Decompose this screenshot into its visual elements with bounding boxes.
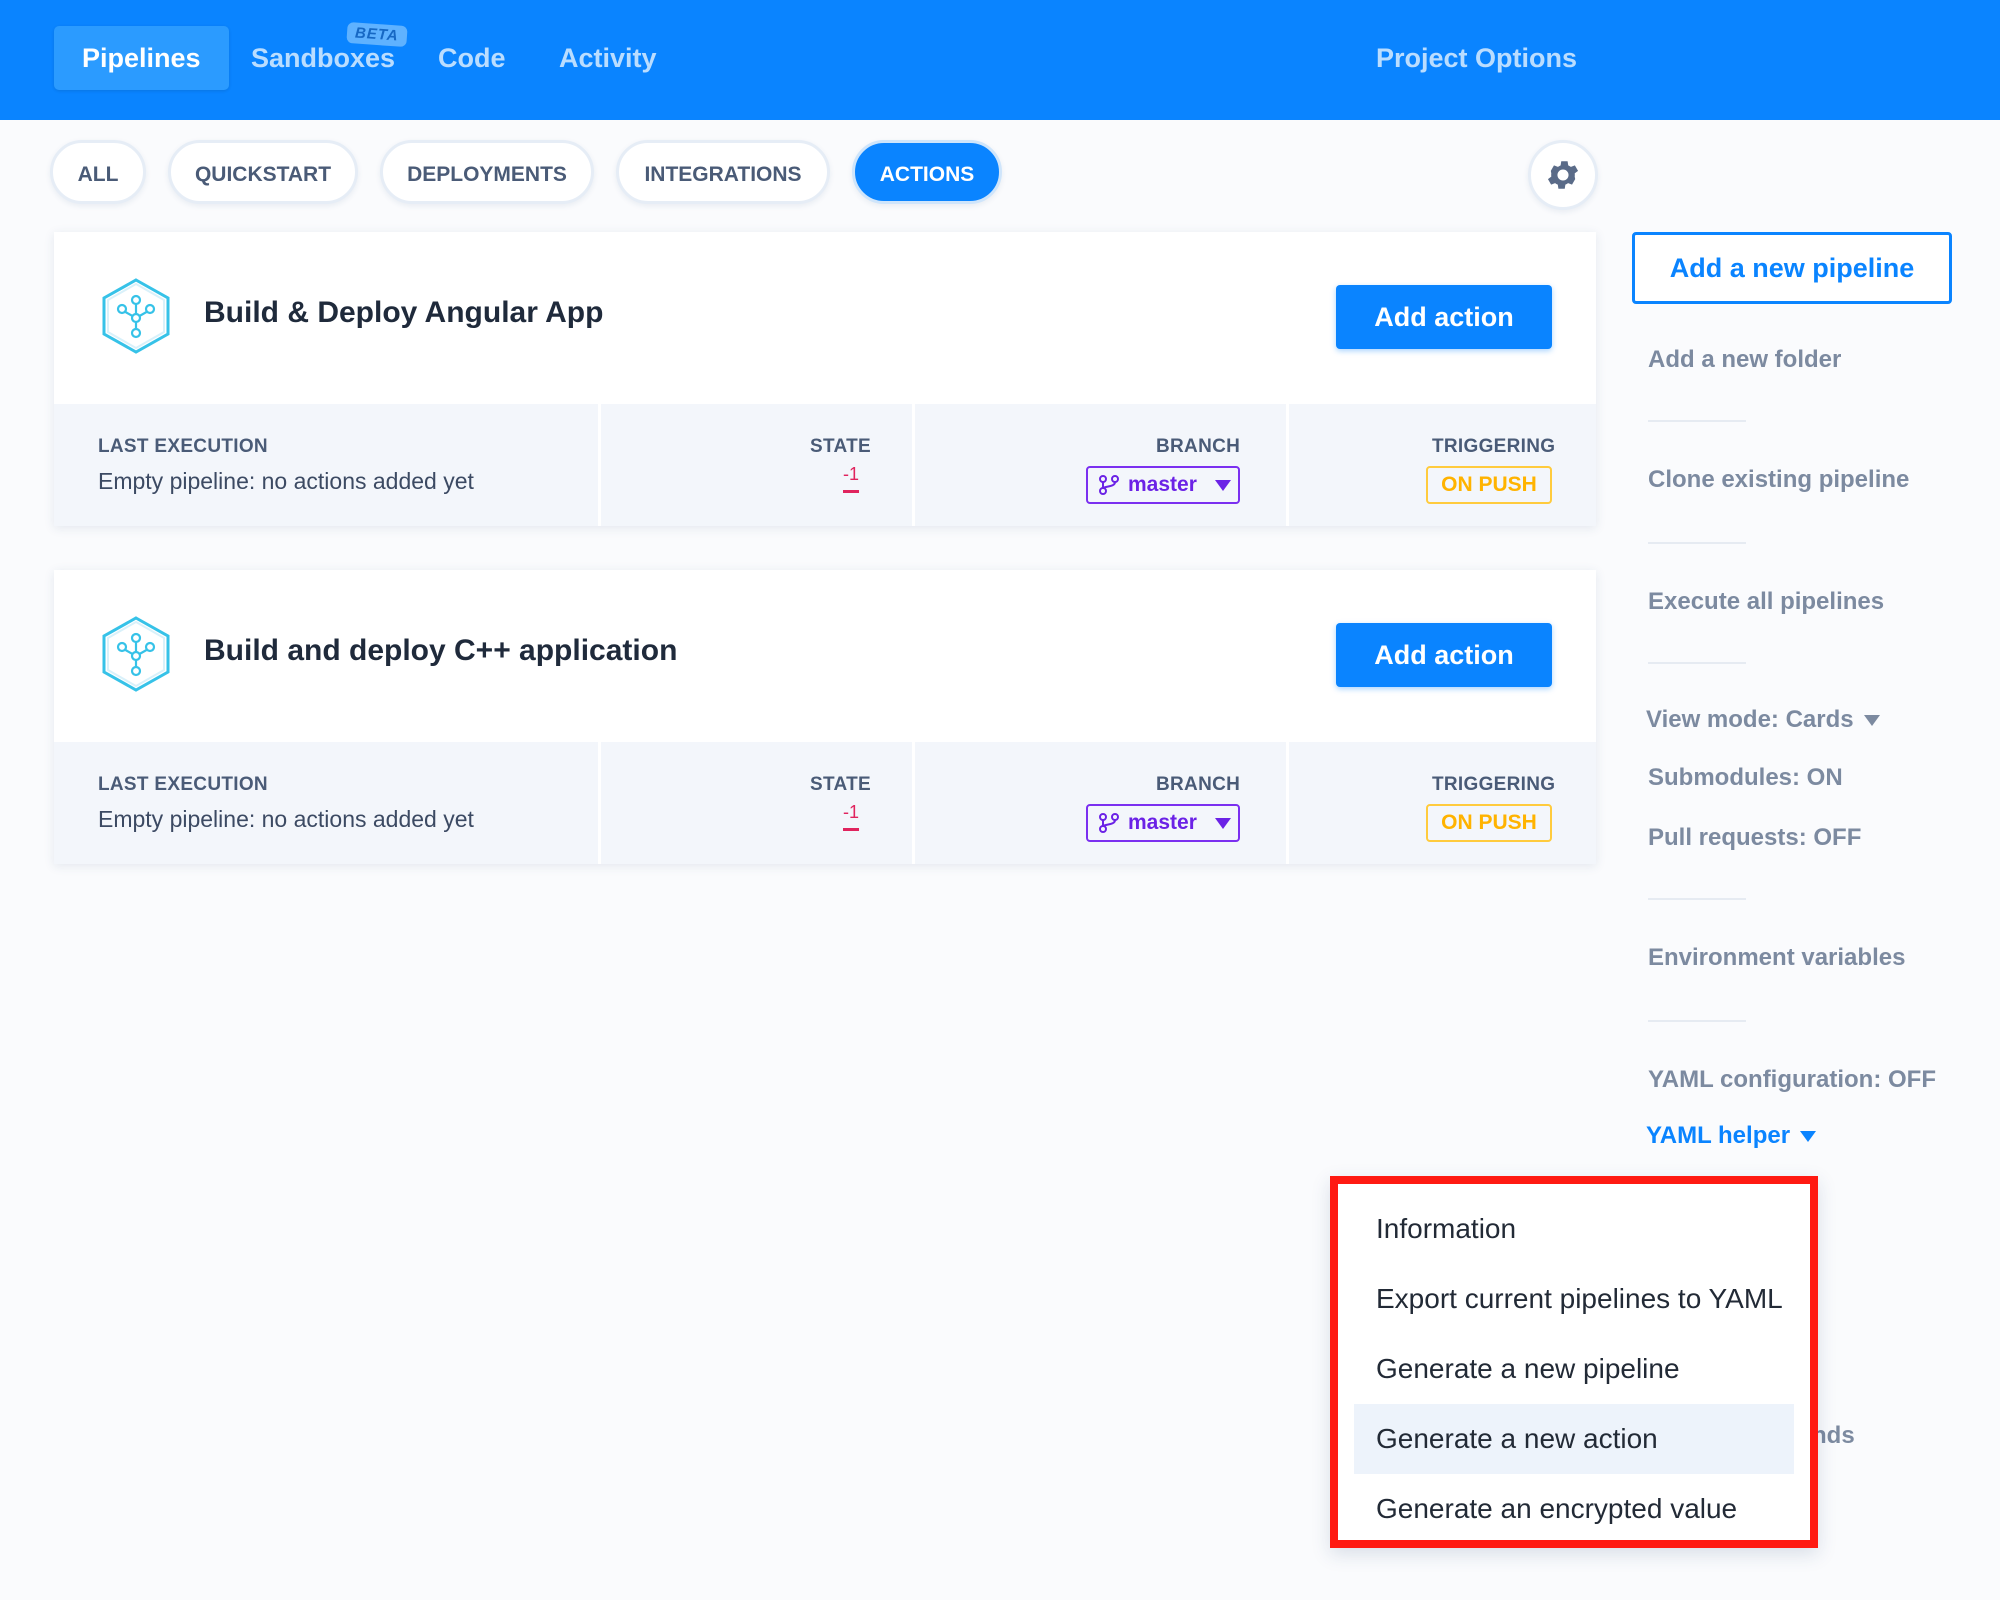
filter-actions[interactable]: ACTIONS	[852, 140, 1002, 204]
yaml-helper-menu: Information Export current pipelines to …	[1330, 1176, 1818, 1548]
pipeline-card: Build and deploy C++ application Add act…	[54, 570, 1596, 864]
branch-name: master	[1128, 811, 1197, 834]
pipeline-details-row: LAST EXECUTION Empty pipeline: no action…	[54, 742, 1596, 864]
chevron-down-icon	[1863, 715, 1880, 727]
yaml-helper-label: YAML helper	[1646, 1122, 1791, 1149]
branch-icon	[1099, 475, 1119, 495]
branch-name: master	[1128, 473, 1197, 496]
menu-item-generate-pipeline[interactable]: Generate a new pipeline	[1354, 1334, 1794, 1404]
branch-icon	[1099, 813, 1119, 833]
yaml-configuration-toggle[interactable]: YAML configuration: OFF	[1648, 1066, 1936, 1094]
obscured-sidebar-link[interactable]: nds	[1812, 1422, 1855, 1450]
sidebar-divider	[1648, 662, 1746, 664]
sidebar-divider	[1648, 1020, 1746, 1022]
chevron-down-icon	[1214, 817, 1231, 829]
column-divider	[598, 742, 601, 864]
nav-tab-activity[interactable]: Activity	[559, 26, 657, 90]
triggering-header: TRIGGERING	[1432, 436, 1556, 457]
branch-selector[interactable]: master	[1086, 804, 1240, 842]
pipeline-title[interactable]: Build and deploy C++ application	[204, 634, 677, 668]
menu-item-generate-encrypted-value[interactable]: Generate an encrypted value	[1354, 1474, 1794, 1544]
pipeline-details-row: LAST EXECUTION Empty pipeline: no action…	[54, 404, 1596, 526]
menu-item-generate-action[interactable]: Generate a new action	[1354, 1404, 1794, 1474]
add-new-pipeline-button[interactable]: Add a new pipeline	[1632, 232, 1952, 304]
column-divider	[1286, 404, 1289, 526]
trigger-mode-badge[interactable]: ON PUSH	[1426, 466, 1552, 504]
filter-integrations[interactable]: INTEGRATIONS	[616, 140, 830, 204]
project-options-link[interactable]: Project Options	[1376, 26, 1577, 90]
branch-selector[interactable]: master	[1086, 466, 1240, 504]
sidebar-divider	[1648, 420, 1746, 422]
filter-deployments[interactable]: DEPLOYMENTS	[380, 140, 594, 204]
sidebar-divider	[1648, 542, 1746, 544]
chevron-down-icon	[1214, 479, 1231, 491]
state-header: STATE	[810, 774, 871, 795]
chevron-down-icon	[1800, 1131, 1817, 1143]
add-action-button[interactable]: Add action	[1336, 623, 1552, 687]
clone-pipeline-link[interactable]: Clone existing pipeline	[1648, 466, 1909, 494]
state-value: -1	[843, 802, 860, 822]
add-action-button[interactable]: Add action	[1336, 285, 1552, 349]
filter-quickstart[interactable]: QUICKSTART	[168, 140, 358, 204]
state-value: -1	[843, 464, 860, 484]
view-mode-dropdown[interactable]: View mode: Cards	[1646, 706, 1880, 734]
top-nav-bar: Pipelines Sandboxes BETA Code Activity P…	[0, 0, 2000, 120]
beta-badge: BETA	[346, 21, 408, 48]
last-execution-value: Empty pipeline: no actions added yet	[98, 468, 474, 494]
filter-all[interactable]: ALL	[50, 140, 146, 204]
column-divider	[598, 404, 601, 526]
column-divider	[912, 742, 915, 864]
settings-button[interactable]	[1528, 140, 1598, 210]
nav-tab-pipelines[interactable]: Pipelines	[54, 26, 229, 90]
environment-variables-link[interactable]: Environment variables	[1648, 944, 1905, 972]
pipeline-hexagon-icon	[102, 278, 170, 354]
pipeline-card: Build & Deploy Angular App Add action LA…	[54, 232, 1596, 526]
gear-icon	[1547, 161, 1579, 189]
pipeline-hexagon-icon	[102, 616, 170, 692]
nav-tab-code[interactable]: Code	[438, 26, 506, 90]
last-execution-header: LAST EXECUTION	[98, 436, 268, 457]
last-execution-value: Empty pipeline: no actions added yet	[98, 806, 474, 832]
triggering-header: TRIGGERING	[1432, 774, 1556, 795]
branch-header: BRANCH	[1156, 436, 1241, 457]
last-execution-header: LAST EXECUTION	[98, 774, 268, 795]
trigger-mode-badge[interactable]: ON PUSH	[1426, 804, 1552, 842]
add-folder-link[interactable]: Add a new folder	[1648, 346, 1841, 374]
pull-requests-toggle[interactable]: Pull requests: OFF	[1648, 824, 1861, 852]
column-divider	[1286, 742, 1289, 864]
yaml-helper-dropdown[interactable]: YAML helper	[1646, 1122, 1817, 1150]
submodules-toggle[interactable]: Submodules: ON	[1648, 764, 1843, 792]
menu-item-export-yaml[interactable]: Export current pipelines to YAML	[1354, 1264, 1794, 1334]
branch-header: BRANCH	[1156, 774, 1241, 795]
column-divider	[912, 404, 915, 526]
state-header: STATE	[810, 436, 871, 457]
execute-all-link[interactable]: Execute all pipelines	[1648, 588, 1884, 616]
sidebar-divider	[1648, 898, 1746, 900]
pipeline-title[interactable]: Build & Deploy Angular App	[204, 296, 603, 330]
menu-item-information[interactable]: Information	[1354, 1194, 1794, 1264]
view-mode-label: View mode: Cards	[1646, 706, 1854, 733]
